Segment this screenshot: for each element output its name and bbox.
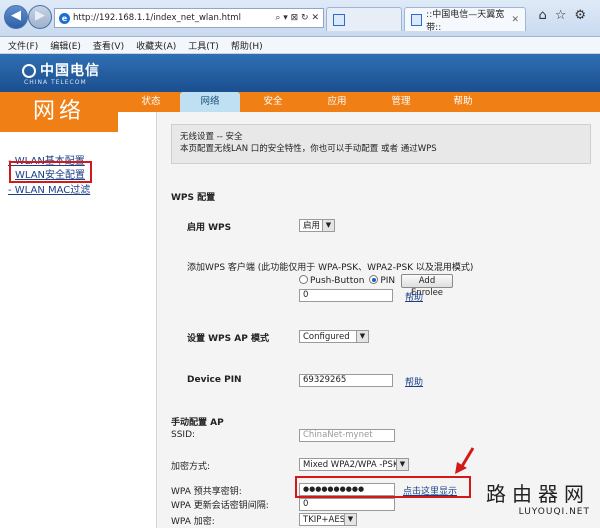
nav-status[interactable]: 状态 bbox=[122, 92, 180, 112]
section-title: 网络 bbox=[0, 92, 118, 132]
watermark: 路由器网 LUYOUQI.NET bbox=[486, 478, 590, 517]
china-telecom-logo: 中国电信 bbox=[22, 60, 100, 80]
radio-pin-label: PIN bbox=[380, 276, 396, 286]
tab-page-icon bbox=[411, 13, 423, 26]
wpa-rekey-label: WPA 更新会话密钥间隔: bbox=[171, 501, 269, 511]
content-panel: 无线设置 -- 安全 本页配置无线LAN 口的安全特性，你也可以手动配置 或者 … bbox=[156, 112, 600, 528]
logo-text: 中国电信 bbox=[40, 63, 100, 79]
back-arrow-icon[interactable]: ◀ bbox=[4, 5, 28, 29]
ssid-input[interactable]: ChinaNet-mynet bbox=[299, 429, 395, 442]
window-controls-icon[interactable]: ⌂☆⚙ bbox=[538, 8, 594, 23]
wps-method-radios: Push-Button PIN bbox=[299, 275, 395, 286]
ssid-label: SSID: bbox=[171, 430, 196, 440]
wpa-cipher-select[interactable]: TKIP+AES ▼ bbox=[299, 513, 357, 526]
menu-edit[interactable]: 编辑(E) bbox=[50, 39, 81, 52]
wps-ap-mode-value: Configured bbox=[303, 332, 350, 342]
enable-wps-value: 启用 bbox=[303, 221, 321, 231]
nav-application[interactable]: 应用 bbox=[308, 92, 366, 112]
address-bar[interactable]: e http://192.168.1.1/index_net_wlan.html… bbox=[54, 8, 324, 28]
wpa-cipher-value: TKIP+AES bbox=[303, 515, 346, 525]
help-link-pin[interactable]: 帮助 bbox=[405, 290, 423, 303]
menu-help[interactable]: 帮助(H) bbox=[231, 39, 263, 52]
psk-highlight-box bbox=[295, 476, 471, 498]
device-pin-field: 69329265 bbox=[299, 374, 393, 387]
forward-arrow-icon[interactable]: ▶ bbox=[28, 5, 52, 29]
chevron-down-icon: ▼ bbox=[396, 459, 408, 470]
tab-close-icon[interactable]: ✕ bbox=[511, 15, 519, 25]
encryption-select[interactable]: Mixed WPA2/WPA -PSK ▼ bbox=[299, 458, 409, 471]
ie-page-icon: e bbox=[59, 12, 70, 24]
radio-push-button[interactable] bbox=[299, 275, 308, 284]
wps-ap-mode-label: 设置 WPS AP 模式 bbox=[187, 334, 269, 344]
encryption-label: 加密方式: bbox=[171, 462, 211, 472]
menu-bar: 文件(F) 编辑(E) 查看(V) 收藏夹(A) 工具(T) 帮助(H) bbox=[0, 37, 600, 54]
nav-security[interactable]: 安全 bbox=[244, 92, 302, 112]
tab-active[interactable]: ::中国电信—天翼宽带:: ✕ bbox=[404, 7, 526, 33]
wpa-psk-label: WPA 预共享密钥: bbox=[171, 487, 242, 497]
address-tools-icon[interactable]: ⌕ ▾ ⊠ ↻ ✕ bbox=[275, 13, 323, 23]
chevron-down-icon: ▼ bbox=[344, 514, 356, 525]
menu-file[interactable]: 文件(F) bbox=[8, 39, 38, 52]
tab-inactive[interactable] bbox=[326, 7, 402, 31]
add-wps-client-label: 添加WPS 客户端 (此功能仅用于 WPA-PSK、WPA2-PSK 以及混用模… bbox=[187, 260, 473, 273]
enable-wps-select[interactable]: 启用 ▼ bbox=[299, 219, 335, 232]
menu-view[interactable]: 查看(V) bbox=[93, 39, 124, 52]
telecom-logo-icon bbox=[22, 64, 36, 78]
watermark-cn: 路由器网 bbox=[486, 482, 590, 506]
red-arrow-icon bbox=[455, 447, 475, 474]
menu-favorites[interactable]: 收藏夹(A) bbox=[136, 39, 176, 52]
chevron-down-icon: ▼ bbox=[322, 220, 334, 231]
nav-help[interactable]: 帮助 bbox=[434, 92, 492, 112]
radio-pin[interactable] bbox=[369, 275, 379, 284]
info-title: 无线设置 -- 安全 bbox=[180, 132, 243, 142]
add-wps-client-text: 添加WPS 客户端 (此功能仅用于 WPA-PSK、WPA2-PSK 以及混用模… bbox=[187, 263, 474, 273]
sidebar-highlight-box bbox=[9, 161, 92, 183]
nav-management[interactable]: 管理 bbox=[372, 92, 430, 112]
chevron-down-icon: ▼ bbox=[356, 331, 368, 342]
brand-header: 中国电信 CHINA TELECOM bbox=[0, 54, 600, 92]
wpa-rekey-input[interactable]: 0 bbox=[299, 498, 395, 511]
info-box: 无线设置 -- 安全 本页配置无线LAN 口的安全特性，你也可以手动配置 或者 … bbox=[171, 124, 591, 164]
device-pin-label: Device PIN bbox=[187, 375, 242, 385]
address-url[interactable]: http://192.168.1.1/index_net_wlan.html bbox=[73, 13, 275, 23]
encryption-value: Mixed WPA2/WPA -PSK bbox=[303, 460, 399, 470]
add-enrolee-button[interactable]: Add Enrolee bbox=[401, 274, 453, 298]
watermark-url: LUYOUQI.NET bbox=[518, 507, 590, 517]
main-nav: 状态 网络 安全 应用 管理 帮助 bbox=[118, 92, 600, 112]
wpa-cipher-label: WPA 加密: bbox=[171, 517, 215, 527]
manual-ap-heading: 手动配置 AP bbox=[171, 418, 224, 428]
nav-network[interactable]: 网络 bbox=[180, 92, 240, 112]
enable-wps-label: 启用 WPS bbox=[187, 223, 232, 233]
help-link-device-pin[interactable]: 帮助 bbox=[405, 375, 423, 388]
menu-tools[interactable]: 工具(T) bbox=[188, 39, 219, 52]
pin-input[interactable]: 0 bbox=[299, 289, 393, 302]
browser-toolbar: ◀ ▶ e http://192.168.1.1/index_net_wlan.… bbox=[0, 0, 600, 37]
logo-subtext: CHINA TELECOM bbox=[24, 79, 87, 86]
wps-ap-mode-select[interactable]: Configured ▼ bbox=[299, 330, 369, 343]
info-description: 本页配置无线LAN 口的安全特性，你也可以手动配置 或者 通过WPS bbox=[180, 144, 437, 154]
wps-section-heading: WPS 配置 bbox=[171, 193, 216, 203]
tab-page-icon bbox=[333, 13, 345, 26]
radio-push-label: Push-Button bbox=[310, 276, 365, 286]
tab-active-label: ::中国电信—天翼宽带:: bbox=[426, 9, 505, 33]
sidebar-item-wlan-mac-filter[interactable]: - WLAN MAC过滤 bbox=[8, 181, 90, 196]
